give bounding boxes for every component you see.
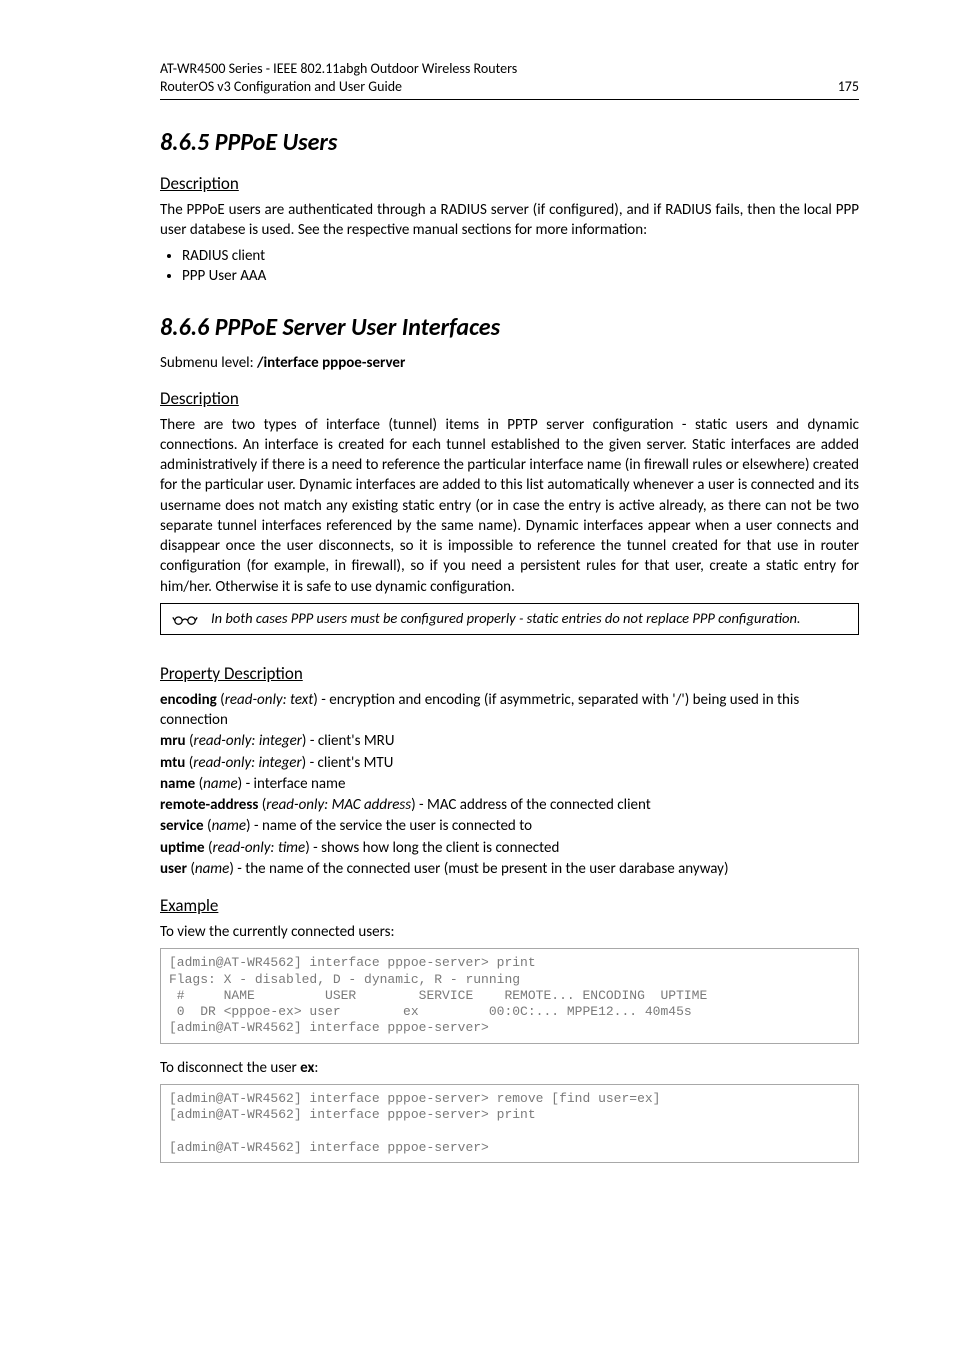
glasses-icon — [169, 608, 201, 630]
prop-name: uptime — [160, 839, 205, 857]
bullet-ppp-user-aaa: PPP User AAA — [182, 267, 859, 285]
prop-type: read-only: time — [213, 839, 306, 857]
prop-name: name — [160, 775, 195, 793]
prop-type: name — [195, 860, 229, 878]
prop-mtu: mtu (read-only: integer) - client's MTU — [160, 753, 859, 773]
page-header: AT-WR4500 Series - IEEE 802.11abgh Outdo… — [160, 60, 859, 100]
property-list: encoding (read-only: text) - encryption … — [160, 690, 859, 879]
prop-desc: - client's MRU — [306, 732, 394, 750]
prop-mru: mru (read-only: integer) - client's MRU — [160, 731, 859, 751]
section-866-heading: 8.6.6 PPPoE Server User Interfaces — [160, 313, 859, 342]
prop-name: encoding — [160, 691, 217, 709]
section-865-heading: 8.6.5 PPPoE Users — [160, 128, 859, 157]
section-865-desc-heading: Description — [160, 173, 859, 194]
prop-remote-address: remote-address (read-only: MAC address) … — [160, 795, 859, 815]
example-heading: Example — [160, 895, 859, 916]
header-title-block: AT-WR4500 Series - IEEE 802.11abgh Outdo… — [160, 60, 517, 95]
prop-type: read-only: integer — [194, 732, 302, 750]
prop-name: mtu — [160, 754, 185, 772]
prop-type: read-only: text — [225, 691, 314, 709]
header-line-1: AT-WR4500 Series - IEEE 802.11abgh Outdo… — [160, 60, 517, 78]
prop-desc: - MAC address of the connected client — [416, 796, 651, 814]
section-865-desc-text: The PPPoE users are authenticated throug… — [160, 200, 859, 241]
code-block-1: [admin@AT-WR4562] interface pppoe-server… — [160, 948, 859, 1043]
property-description-heading: Property Description — [160, 663, 859, 684]
code-block-2: [admin@AT-WR4562] interface pppoe-server… — [160, 1084, 859, 1163]
example-intro-2: To disconnect the user ex: — [160, 1058, 859, 1078]
submenu-prefix: Submenu level: — [160, 354, 257, 372]
section-865-bullets: RADIUS client PPP User AAA — [160, 247, 859, 285]
submenu-level: Submenu level: /interface pppoe-server — [160, 354, 859, 372]
prop-desc: - name of the service the user is connec… — [251, 817, 532, 835]
page-root: AT-WR4500 Series - IEEE 802.11abgh Outdo… — [0, 0, 954, 1237]
prop-type: name — [212, 817, 246, 835]
prop-desc: - shows how long the client is connected — [310, 839, 560, 857]
note-text: In both cases PPP users must be configur… — [211, 609, 801, 628]
prop-type: read-only: integer — [193, 754, 301, 772]
prop-name: mru — [160, 732, 186, 750]
prop-type: read-only: MAC address — [266, 796, 411, 814]
section-866-desc-heading: Description — [160, 388, 859, 409]
prop-user: user (name) - the name of the connected … — [160, 859, 859, 879]
example-2-user: ex — [300, 1059, 314, 1077]
example-2-pre: To disconnect the user — [160, 1059, 300, 1077]
prop-desc: - the name of the connected user (must b… — [234, 860, 729, 878]
prop-name: user — [160, 860, 187, 878]
prop-type: name — [203, 775, 237, 793]
prop-name: remote-address — [160, 796, 258, 814]
example-2-post: : — [314, 1059, 318, 1077]
header-page-number: 175 — [838, 78, 859, 95]
prop-service: service (name) - name of the service the… — [160, 816, 859, 836]
prop-desc: - client's MTU — [306, 754, 393, 772]
section-866-desc-text: There are two types of interface (tunnel… — [160, 415, 859, 597]
prop-uptime: uptime (read-only: time) - shows how lon… — [160, 838, 859, 858]
header-line-2: RouterOS v3 Configuration and User Guide — [160, 78, 517, 96]
prop-desc: - interface name — [242, 775, 345, 793]
bullet-radius-client: RADIUS client — [182, 247, 859, 265]
prop-name-row: name (name) - interface name — [160, 774, 859, 794]
example-intro-1: To view the currently connected users: — [160, 922, 859, 942]
prop-encoding: encoding (read-only: text) - encryption … — [160, 690, 859, 731]
note-box: In both cases PPP users must be configur… — [160, 603, 859, 635]
prop-name: service — [160, 817, 204, 835]
submenu-path: /interface pppoe-server — [257, 354, 405, 372]
